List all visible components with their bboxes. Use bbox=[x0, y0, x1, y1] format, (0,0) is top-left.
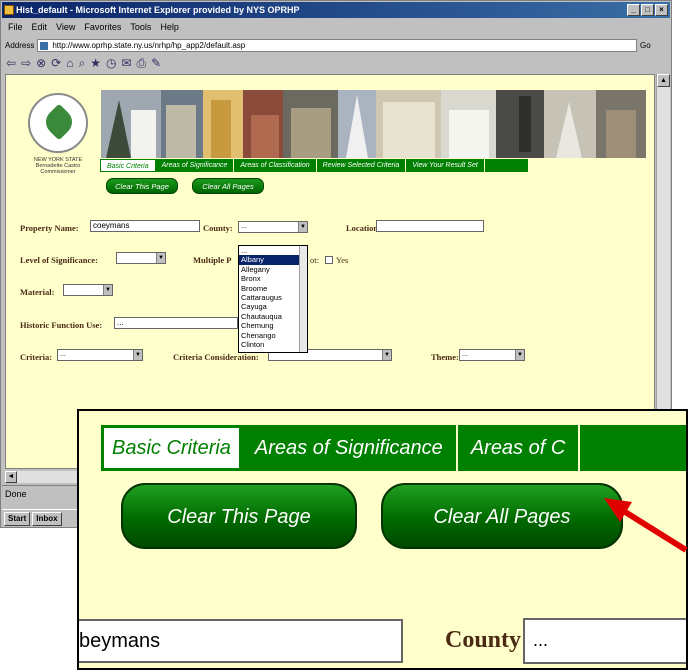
menu-tools[interactable]: Tools bbox=[130, 20, 151, 35]
back-icon[interactable]: ⇦ bbox=[6, 56, 16, 70]
clear-this-page-button[interactable]: Clear This Page bbox=[106, 178, 178, 194]
menu-edit[interactable]: Edit bbox=[32, 20, 48, 35]
go-button[interactable]: Go bbox=[640, 41, 670, 50]
level-select[interactable]: ▼ bbox=[116, 252, 166, 264]
tab-basic-criteria[interactable]: Basic Criteria bbox=[100, 159, 156, 172]
zoom-county-select[interactable]: ... bbox=[523, 618, 686, 664]
address-label: Address bbox=[5, 40, 35, 50]
county-option[interactable]: Chenango bbox=[239, 331, 307, 340]
chevron-down-icon[interactable]: ▼ bbox=[382, 350, 391, 360]
search-icon[interactable]: ⌕ bbox=[79, 56, 86, 71]
theme-label: Theme: bbox=[431, 352, 459, 362]
print-icon[interactable]: ⎙ bbox=[137, 56, 147, 71]
nav-tabs: Basic Criteria Areas of Significance Are… bbox=[100, 159, 528, 172]
chevron-down-icon[interactable]: ▼ bbox=[156, 253, 165, 263]
yes-checkbox[interactable] bbox=[325, 256, 333, 264]
home-icon[interactable]: ⌂ bbox=[66, 56, 73, 70]
county-select-value: ... bbox=[241, 223, 247, 230]
county-option[interactable]: Allegany bbox=[239, 265, 307, 274]
chevron-down-icon[interactable]: ▼ bbox=[515, 350, 524, 360]
property-name-label: Property Name: bbox=[20, 223, 79, 233]
zoom-nav-tabs: Basic Criteria Areas of Significance Are… bbox=[101, 425, 686, 471]
county-option[interactable]: Bronx bbox=[239, 274, 307, 283]
mail-icon[interactable]: ✉ bbox=[121, 56, 131, 70]
tab-view-result-set[interactable]: View Your Result Set bbox=[406, 159, 485, 172]
menu-view[interactable]: View bbox=[56, 20, 75, 35]
level-of-significance-label: Level of Significance: bbox=[20, 255, 98, 265]
favorites-icon[interactable]: ★ bbox=[90, 56, 101, 70]
address-bar: Address http://www.oprhp.state.ny.us/nrh… bbox=[2, 37, 670, 53]
criteria-select[interactable]: ... ▼ bbox=[57, 349, 143, 361]
window-title: Hist_default - Microsoft Internet Explor… bbox=[16, 5, 300, 15]
clear-all-pages-button[interactable]: Clear All Pages bbox=[192, 178, 264, 194]
zoom-clear-this-page-button[interactable]: Clear This Page bbox=[121, 483, 357, 549]
red-arrow-icon bbox=[604, 498, 688, 553]
zoom-clear-all-pages-button[interactable]: Clear All Pages bbox=[381, 483, 623, 549]
county-option[interactable]: Cattaraugus bbox=[239, 293, 307, 302]
dropdown-scrollbar[interactable] bbox=[299, 246, 307, 352]
property-name-input[interactable]: coeymans bbox=[90, 220, 200, 232]
historic-function-input[interactable]: ... bbox=[114, 317, 238, 329]
chevron-down-icon[interactable]: ▼ bbox=[103, 285, 112, 295]
multiple-property-label: Multiple P bbox=[193, 255, 232, 265]
address-input[interactable]: http://www.oprhp.state.ny.us/nrhp/hp_app… bbox=[37, 38, 637, 52]
theme-select[interactable]: ... ▼ bbox=[459, 349, 525, 361]
ie-icon bbox=[4, 5, 14, 15]
taskbar-inbox[interactable]: Inbox bbox=[32, 511, 62, 526]
zoom-county-label: County: bbox=[445, 627, 530, 653]
theme-select-value: ... bbox=[462, 351, 468, 358]
maximize-button[interactable]: □ bbox=[641, 4, 654, 16]
county-option[interactable]: Chemung bbox=[239, 321, 307, 330]
chevron-down-icon[interactable]: ▼ bbox=[133, 350, 142, 360]
forward-icon[interactable]: ⇨ bbox=[21, 56, 31, 70]
criteria-select-value: ... bbox=[60, 351, 66, 358]
status-text: Done bbox=[5, 489, 27, 499]
county-option[interactable]: Cayuga bbox=[239, 302, 307, 311]
tab-areas-of-significance[interactable]: Areas of Significance bbox=[156, 159, 235, 172]
yes-label: Yes bbox=[336, 255, 349, 265]
zoom-tab-areas-of-significance[interactable]: Areas of Significance bbox=[242, 425, 458, 471]
criteria-label: Criteria: bbox=[20, 352, 53, 362]
zoom-property-name-input[interactable]: beymans bbox=[79, 619, 403, 663]
historic-buildings-banner bbox=[101, 90, 646, 158]
page: Hist_default - Microsoft Internet Explor… bbox=[0, 0, 688, 670]
maple-leaf-icon bbox=[40, 103, 78, 141]
toolbar: ⇦ ⇨ ⊗ ⟳ ⌂ ⌕ ★ ◷ ✉ ⎙ ✎ bbox=[2, 55, 670, 71]
menu-help[interactable]: Help bbox=[160, 20, 179, 35]
county-dropdown-list[interactable]: ... Albany Allegany Bronx Broome Cattara… bbox=[238, 245, 308, 353]
history-icon[interactable]: ◷ bbox=[106, 56, 116, 70]
start-button[interactable]: Start bbox=[4, 511, 31, 526]
edit-icon[interactable]: ✎ bbox=[151, 56, 161, 70]
menu-file[interactable]: File bbox=[8, 20, 23, 35]
stop-icon[interactable]: ⊗ bbox=[36, 56, 46, 70]
county-option-selected[interactable]: Albany bbox=[239, 255, 307, 265]
chevron-down-icon[interactable]: ▼ bbox=[298, 222, 307, 232]
scroll-left-icon[interactable]: ◄ bbox=[5, 471, 17, 483]
close-button[interactable]: × bbox=[655, 4, 668, 16]
title-bar: Hist_default - Microsoft Internet Explor… bbox=[2, 2, 670, 18]
county-option[interactable]: ... bbox=[239, 246, 307, 255]
minimize-button[interactable]: _ bbox=[627, 4, 640, 16]
menu-favorites[interactable]: Favorites bbox=[84, 20, 121, 35]
county-option[interactable]: Clinton bbox=[239, 340, 307, 349]
material-label: Material: bbox=[20, 287, 55, 297]
tab-areas-of-classification[interactable]: Areas of Classification bbox=[234, 159, 317, 172]
seal-caption: NEW YORK STATE Bernadette Castro Commiss… bbox=[33, 157, 83, 175]
nys-parks-seal bbox=[28, 93, 88, 153]
county-label: County: bbox=[203, 223, 233, 233]
tab-review-selected-criteria[interactable]: Review Selected Criteria bbox=[317, 159, 407, 172]
historic-function-label: Historic Function Use: bbox=[20, 320, 103, 330]
criteria-consideration-label: Criteria Consideration: bbox=[173, 352, 259, 362]
county-select[interactable]: ... ▼ bbox=[238, 221, 308, 233]
refresh-icon[interactable]: ⟳ bbox=[51, 56, 61, 70]
scroll-up-icon[interactable]: ▲ bbox=[657, 74, 670, 87]
county-option[interactable]: Broome bbox=[239, 284, 307, 293]
location-input[interactable] bbox=[376, 220, 484, 232]
ot-label: ot: bbox=[310, 255, 319, 265]
menu-bar: File Edit View Favorites Tools Help bbox=[2, 20, 670, 35]
zoom-tab-basic-criteria[interactable]: Basic Criteria bbox=[101, 425, 242, 471]
material-select[interactable]: ▼ bbox=[63, 284, 113, 296]
zoom-tab-areas-of-classification[interactable]: Areas of C bbox=[458, 425, 581, 471]
county-option[interactable]: Chautauqua bbox=[239, 312, 307, 321]
